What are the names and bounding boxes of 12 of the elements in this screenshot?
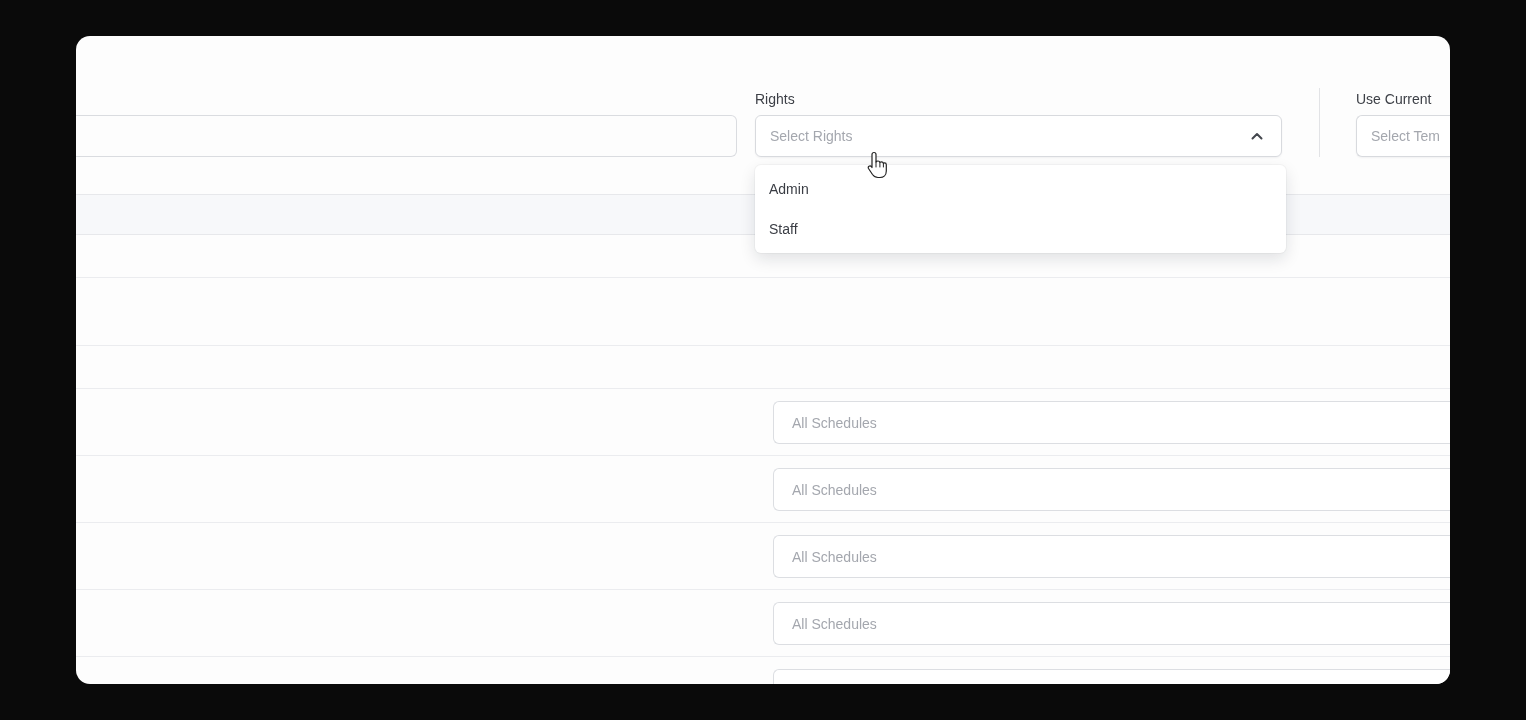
select-field[interactable]: Select Rights xyxy=(755,115,1282,157)
field-label: Rights xyxy=(755,90,796,109)
select-field[interactable] xyxy=(773,669,1450,684)
dropdown-option[interactable]: Staff xyxy=(755,209,1286,249)
select-field[interactable]: Select Tem xyxy=(1356,115,1450,157)
text-field[interactable] xyxy=(76,115,737,157)
select-field[interactable]: All Schedules xyxy=(773,468,1450,511)
field-label: Use Current xyxy=(1356,90,1433,109)
select-field[interactable]: All Schedules xyxy=(773,401,1450,444)
select-field[interactable]: All Schedules xyxy=(773,602,1450,645)
dropdown-option[interactable]: Admin xyxy=(755,169,1286,209)
select-field[interactable]: All Schedules xyxy=(773,535,1450,578)
